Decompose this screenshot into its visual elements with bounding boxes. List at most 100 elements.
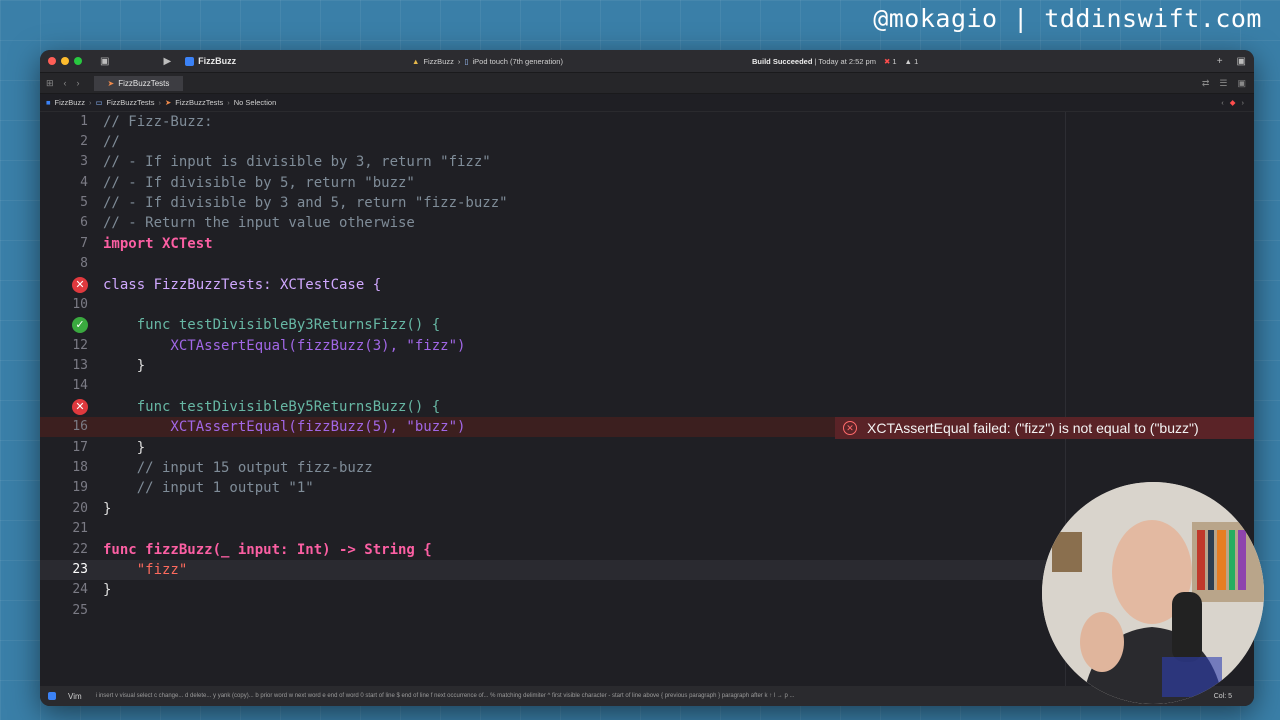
breadcrumb-selection[interactable]: No Selection [234, 98, 277, 107]
line-number: 17 [72, 440, 88, 455]
error-message: XCTAssertEqual failed: ("fizz") is not e… [867, 420, 1199, 436]
line-number: 21 [72, 521, 88, 536]
debug-area-toggle-icon[interactable] [48, 692, 56, 700]
test-failed-icon[interactable]: ✕ [72, 399, 88, 415]
code-line: 6 // - Return the input value otherwise [40, 213, 1254, 233]
line-number: 6 [80, 215, 88, 230]
code-text: // [103, 134, 120, 150]
related-items-icon[interactable]: ⇄ [1202, 78, 1210, 89]
code-text: // - If input is divisible by 3, return … [103, 154, 491, 170]
destination-app: FizzBuzz [423, 56, 454, 66]
line-number: 23 [72, 562, 88, 577]
breadcrumb-project[interactable]: FizzBuzz [55, 98, 85, 107]
inspector-toggle-icon[interactable]: ▣ [1237, 56, 1246, 67]
line-number: 1 [80, 114, 88, 129]
vim-hints: i insert v visual select c change... d d… [95, 693, 795, 699]
watermark-text: @mokagio | tddinswift.com [873, 4, 1262, 33]
line-number: 12 [72, 338, 88, 353]
forward-icon[interactable]: › [77, 78, 80, 89]
line-number: 22 [72, 542, 88, 557]
code-line: 4 // - If divisible by 5, return "buzz" [40, 173, 1254, 193]
build-status: Build Succeeded [752, 56, 813, 66]
code-line: 13 } [40, 356, 1254, 376]
code-text: // input 1 output "1" [103, 480, 314, 496]
code-text: // - Return the input value otherwise [103, 215, 415, 231]
line-number: 5 [80, 195, 88, 210]
error-count: 1 [892, 56, 897, 66]
breadcrumb-group[interactable]: FizzBuzzTests [107, 98, 155, 107]
chevron-right-icon: › [88, 98, 92, 107]
warning-count: 1 [914, 56, 919, 66]
code-line: ✓ func testDivisibleBy3ReturnsFizz() { [40, 315, 1254, 335]
code-line: ✕ class FizzBuzzTests: XCTestCase { [40, 275, 1254, 295]
folder-icon: ▭ [95, 98, 103, 107]
inline-error-banner[interactable]: ✕ XCTAssertEqual failed: ("fizz") is not… [835, 417, 1254, 439]
zoom-window-button[interactable] [74, 57, 82, 65]
tab-fizzbuzztests[interactable]: ➤ FizzBuzzTests [93, 75, 184, 91]
minimize-window-button[interactable] [61, 57, 69, 65]
editor-options-icon[interactable]: ☰ [1219, 78, 1227, 89]
scheme-label: FizzBuzz [198, 56, 237, 66]
code-text: // - If divisible by 5, return "buzz" [103, 175, 415, 191]
project-icon: ■ [46, 98, 51, 107]
code-text: } [103, 358, 146, 374]
error-icon: ✖ [883, 56, 891, 66]
code-text: } [103, 582, 112, 598]
breadcrumb-file[interactable]: FizzBuzzTests [175, 98, 223, 107]
code-text: func testDivisibleBy3ReturnsFizz() { [103, 317, 441, 333]
title-bar: ▣ ▶ FizzBuzz ▲ FizzBuzz › ▯ iPod touch (… [40, 50, 1254, 72]
code-text: import XCTest [103, 236, 213, 252]
vim-mode-indicator: Vim [68, 691, 82, 701]
sidebar-toggle-icon[interactable]: ▣ [100, 56, 109, 67]
line-number: 10 [72, 297, 88, 312]
split-editor-icon[interactable]: ▣ [1237, 78, 1246, 89]
issue-indicator-icon[interactable]: ◆ [1230, 98, 1236, 107]
window-controls [48, 57, 82, 65]
code-text: "fizz" [103, 562, 188, 578]
code-line: 10 [40, 295, 1254, 315]
previous-issue-icon[interactable]: ‹ [1221, 98, 1224, 107]
app-icon [185, 56, 195, 66]
code-text: // - If divisible by 3 and 5, return "fi… [103, 195, 508, 211]
code-line: 8 [40, 254, 1254, 274]
chevron-right-icon: › [227, 98, 230, 107]
back-icon[interactable]: ‹ [64, 78, 67, 89]
code-line: 18 // input 15 output fizz-buzz [40, 458, 1254, 478]
code-text: // input 15 output fizz-buzz [103, 460, 373, 476]
breadcrumb: ■ FizzBuzz › ▭ FizzBuzzTests › ➤ FizzBuz… [40, 94, 1254, 112]
scheme-selector[interactable]: FizzBuzz [185, 56, 236, 66]
code-text: } [103, 440, 146, 456]
code-line: 17 } [40, 438, 1254, 458]
line-number: 2 [80, 134, 88, 149]
line-number: 13 [72, 358, 88, 373]
close-window-button[interactable] [48, 57, 56, 65]
code-text: func fizzBuzz(_ input: Int) -> String { [103, 542, 432, 558]
chevron-right-icon: › [158, 98, 161, 107]
activity-status: Build Succeeded | Today at 2:52 pm ✖ 1 ▲… [752, 56, 919, 66]
next-issue-icon[interactable]: › [1242, 98, 1245, 107]
line-number: 24 [72, 582, 88, 597]
line-number: 7 [80, 236, 88, 251]
error-badge[interactable]: ✖ 1 [884, 57, 897, 66]
cursor-position: Col: 5 [1209, 692, 1232, 700]
tab-label: FizzBuzzTests [118, 78, 170, 88]
warning-badge[interactable]: ▲ 1 [905, 57, 919, 66]
swift-file-icon: ➤ [107, 78, 115, 88]
line-number: 19 [72, 480, 88, 495]
run-destination[interactable]: ▲ FizzBuzz › ▯ iPod touch (7th generatio… [412, 57, 563, 66]
tab-bar: ⊞ ‹ › ➤ FizzBuzzTests ⇄ ☰ ▣ [40, 72, 1254, 94]
code-line: 7 import XCTest [40, 234, 1254, 254]
code-line: 1 // Fizz-Buzz: [40, 112, 1254, 132]
code-line: 2 // [40, 132, 1254, 152]
grid-icon[interactable]: ⊞ [46, 78, 54, 89]
presenter-video-image [1042, 482, 1264, 704]
swift-file-icon: ➤ [164, 98, 172, 107]
add-icon[interactable]: + [1217, 56, 1223, 67]
line-number: 20 [72, 501, 88, 516]
line-number: 4 [80, 175, 88, 190]
code-text: func testDivisibleBy5ReturnsBuzz() { [103, 399, 441, 415]
chevron-right-icon: › [457, 56, 461, 66]
test-failed-icon[interactable]: ✕ [72, 277, 88, 293]
run-button[interactable]: ▶ [163, 56, 171, 67]
test-passed-icon[interactable]: ✓ [72, 317, 88, 333]
